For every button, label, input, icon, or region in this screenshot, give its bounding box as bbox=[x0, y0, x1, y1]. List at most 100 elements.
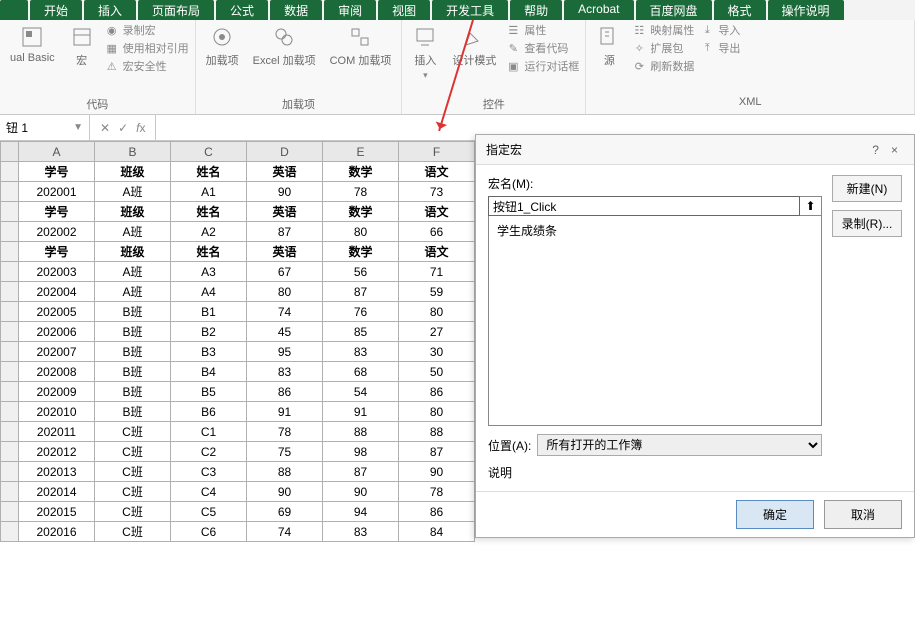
cell[interactable]: 75 bbox=[247, 442, 323, 462]
cell[interactable]: C2 bbox=[171, 442, 247, 462]
cell[interactable]: 86 bbox=[399, 382, 475, 402]
row-header[interactable] bbox=[1, 362, 19, 382]
cell[interactable]: 68 bbox=[323, 362, 399, 382]
cell[interactable]: 67 bbox=[247, 262, 323, 282]
table-row[interactable]: 202009B班B5865486 bbox=[1, 382, 475, 402]
table-row[interactable]: 202015C班C5699486 bbox=[1, 502, 475, 522]
cell[interactable]: B6 bbox=[171, 402, 247, 422]
cell[interactable]: 语文 bbox=[399, 202, 475, 222]
grid-body[interactable]: 学号班级姓名英语数学语文202001A班A1907873学号班级姓名英语数学语文… bbox=[1, 162, 475, 542]
cell[interactable]: C1 bbox=[171, 422, 247, 442]
column-header[interactable]: A bbox=[19, 142, 95, 162]
cell[interactable]: 78 bbox=[247, 422, 323, 442]
select-all[interactable] bbox=[1, 142, 19, 162]
cell[interactable]: 95 bbox=[247, 342, 323, 362]
row-header[interactable] bbox=[1, 242, 19, 262]
ribbon-tab[interactable] bbox=[0, 0, 28, 20]
cell[interactable]: 202015 bbox=[19, 502, 95, 522]
cell[interactable]: 88 bbox=[399, 422, 475, 442]
cell[interactable]: C3 bbox=[171, 462, 247, 482]
cell[interactable]: B5 bbox=[171, 382, 247, 402]
column-header[interactable]: C bbox=[171, 142, 247, 162]
row-header[interactable] bbox=[1, 482, 19, 502]
cell[interactable]: 74 bbox=[247, 302, 323, 322]
ribbon-tab[interactable]: 视图 bbox=[378, 0, 430, 20]
column-header[interactable]: B bbox=[95, 142, 171, 162]
cell[interactable]: C班 bbox=[95, 482, 171, 502]
ribbon-tab[interactable]: 开发工具 bbox=[432, 0, 508, 20]
cell[interactable]: 27 bbox=[399, 322, 475, 342]
cell[interactable]: 202003 bbox=[19, 262, 95, 282]
macro-security-option[interactable]: ⚠宏安全性 bbox=[105, 58, 189, 74]
cell[interactable]: 数学 bbox=[323, 242, 399, 262]
cell[interactable]: 78 bbox=[399, 482, 475, 502]
cell[interactable]: 姓名 bbox=[171, 162, 247, 182]
row-header[interactable] bbox=[1, 162, 19, 182]
cell[interactable]: B班 bbox=[95, 402, 171, 422]
cell[interactable]: 71 bbox=[399, 262, 475, 282]
refresh-data-option[interactable]: ⟳刷新数据 bbox=[632, 58, 694, 74]
ribbon-tab[interactable]: 百度网盘 bbox=[636, 0, 712, 20]
cell[interactable]: C班 bbox=[95, 502, 171, 522]
collapse-button[interactable]: ⬆ bbox=[800, 196, 822, 216]
cell[interactable]: C班 bbox=[95, 462, 171, 482]
row-header[interactable] bbox=[1, 202, 19, 222]
cell[interactable]: 73 bbox=[399, 182, 475, 202]
cell[interactable]: 90 bbox=[247, 182, 323, 202]
row-header[interactable] bbox=[1, 422, 19, 442]
view-code-option[interactable]: ✎查看代码 bbox=[506, 40, 579, 56]
cancel-button[interactable]: 取消 bbox=[824, 500, 902, 529]
macro-name-input[interactable] bbox=[488, 196, 800, 216]
ribbon-tab[interactable]: 开始 bbox=[30, 0, 82, 20]
cell[interactable]: 英语 bbox=[247, 202, 323, 222]
cell[interactable]: A班 bbox=[95, 262, 171, 282]
cell[interactable]: 87 bbox=[323, 282, 399, 302]
ribbon-tab[interactable]: 数据 bbox=[270, 0, 322, 20]
ribbon-tab[interactable]: 插入 bbox=[84, 0, 136, 20]
column-header[interactable]: D bbox=[247, 142, 323, 162]
cell[interactable]: 202008 bbox=[19, 362, 95, 382]
cell[interactable]: 56 bbox=[323, 262, 399, 282]
cell[interactable]: 202006 bbox=[19, 322, 95, 342]
table-row[interactable]: 202008B班B4836850 bbox=[1, 362, 475, 382]
cell[interactable]: 30 bbox=[399, 342, 475, 362]
row-header[interactable] bbox=[1, 302, 19, 322]
macros-button[interactable]: 宏 bbox=[65, 22, 99, 70]
ribbon-tab[interactable]: 页面布局 bbox=[138, 0, 214, 20]
cell[interactable]: B1 bbox=[171, 302, 247, 322]
cell[interactable]: 202007 bbox=[19, 342, 95, 362]
cell[interactable]: 87 bbox=[399, 442, 475, 462]
cell[interactable]: C6 bbox=[171, 522, 247, 542]
cell[interactable]: 数学 bbox=[323, 202, 399, 222]
row-header[interactable] bbox=[1, 282, 19, 302]
cell[interactable]: 45 bbox=[247, 322, 323, 342]
cell[interactable]: C班 bbox=[95, 442, 171, 462]
cell[interactable]: 班级 bbox=[95, 242, 171, 262]
record-macro-option[interactable]: ◉录制宏 bbox=[105, 22, 189, 38]
cell[interactable]: 88 bbox=[247, 462, 323, 482]
cell[interactable]: 59 bbox=[399, 282, 475, 302]
table-row[interactable]: 202012C班C2759887 bbox=[1, 442, 475, 462]
help-button[interactable]: ? bbox=[866, 143, 885, 157]
dialog-titlebar[interactable]: 指定宏 ? × bbox=[476, 135, 914, 165]
cell[interactable]: A1 bbox=[171, 182, 247, 202]
cell[interactable]: B班 bbox=[95, 302, 171, 322]
cell[interactable]: 80 bbox=[247, 282, 323, 302]
cell[interactable]: B班 bbox=[95, 362, 171, 382]
cell[interactable]: 91 bbox=[323, 402, 399, 422]
ok-button[interactable]: 确定 bbox=[736, 500, 814, 529]
table-row[interactable]: 学号班级姓名英语数学语文 bbox=[1, 242, 475, 262]
cell[interactable]: 69 bbox=[247, 502, 323, 522]
cell[interactable]: 87 bbox=[323, 462, 399, 482]
cell[interactable]: 66 bbox=[399, 222, 475, 242]
row-header[interactable] bbox=[1, 402, 19, 422]
cell[interactable]: 54 bbox=[323, 382, 399, 402]
cell[interactable]: A4 bbox=[171, 282, 247, 302]
column-header[interactable]: E bbox=[323, 142, 399, 162]
table-row[interactable]: 202005B班B1747680 bbox=[1, 302, 475, 322]
row-header[interactable] bbox=[1, 382, 19, 402]
cell[interactable]: 83 bbox=[247, 362, 323, 382]
new-button[interactable]: 新建(N) bbox=[832, 175, 902, 202]
cell[interactable]: 90 bbox=[323, 482, 399, 502]
cell[interactable]: 84 bbox=[399, 522, 475, 542]
